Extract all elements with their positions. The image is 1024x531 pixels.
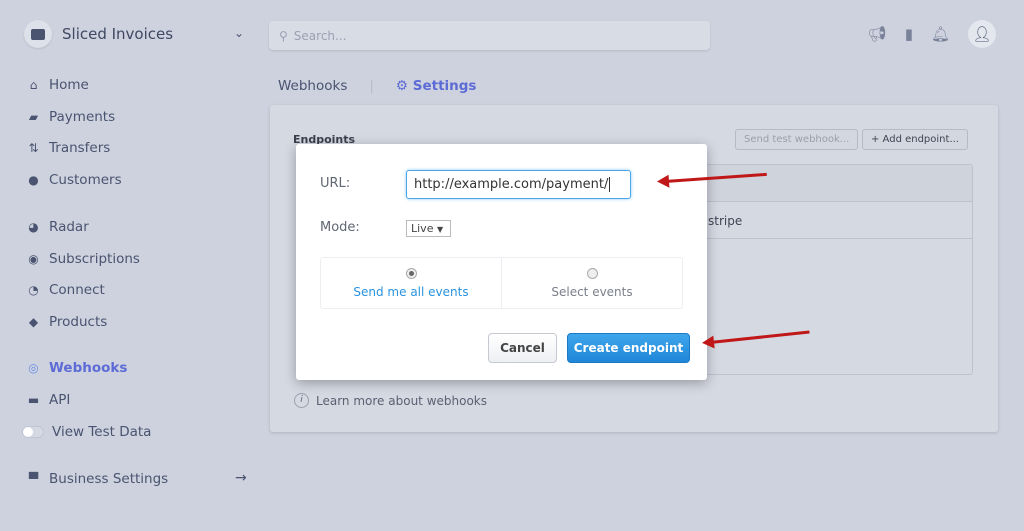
tab-webhooks[interactable]: Webhooks	[278, 78, 347, 94]
sidebar-item-label: Home	[49, 77, 89, 93]
transfers-icon: ⇅	[28, 141, 39, 155]
divider: |	[369, 78, 374, 94]
table-header	[691, 165, 972, 202]
sidebar-item-connect[interactable]: ◔ Connect	[26, 282, 105, 298]
sidebar-item-label: Products	[49, 314, 108, 330]
home-icon: ⌂	[29, 78, 38, 92]
bell-icon[interactable]: 🔔︎	[931, 25, 950, 43]
endpoints-table: r=stripe	[690, 164, 973, 375]
sidebar-item-webhooks[interactable]: ◎ Webhooks	[26, 360, 127, 376]
avatar[interactable]: 👤︎	[968, 20, 996, 48]
sidebar-item-business-settings[interactable]: ▀ Business Settings	[26, 471, 168, 487]
sidebar-item-label: Webhooks	[49, 360, 128, 376]
sidebar-item-label: Transfers	[49, 140, 111, 156]
select-events-option[interactable]: Select events	[501, 258, 682, 308]
search-icon: ⚲	[279, 28, 288, 43]
sidebar-item-view-test-data[interactable]: View Test Data	[22, 424, 151, 440]
test-data-toggle[interactable]	[22, 426, 44, 438]
cancel-button[interactable]: Cancel	[488, 333, 557, 363]
sidebar-item-label: Radar	[49, 219, 89, 235]
sidebar-item-api[interactable]: ▬ API	[26, 392, 71, 408]
mode-label: Mode:	[320, 220, 360, 235]
account-switcher[interactable]: Sliced Invoices	[24, 20, 173, 48]
megaphone-icon[interactable]: 📢︎	[868, 25, 887, 43]
sidebar-item-label: API	[49, 392, 71, 408]
sidebar-item-home[interactable]: ⌂ Home	[26, 77, 89, 93]
arrow-right-icon[interactable]: →	[235, 470, 247, 486]
sidebar-item-subscriptions[interactable]: ◉ Subscriptions	[26, 251, 140, 267]
store-logo-icon	[24, 20, 52, 48]
webhooks-icon: ◎	[28, 361, 39, 375]
account-name: Sliced Invoices	[62, 25, 174, 43]
events-option-group: Send me all events Select events	[320, 257, 683, 309]
sidebar-item-label: Connect	[49, 282, 105, 298]
tab-settings[interactable]: ⚙ Settings	[396, 78, 477, 94]
book-icon[interactable]: ▮	[905, 25, 913, 43]
send-all-events-option[interactable]: Send me all events	[321, 258, 501, 308]
sidebar-item-radar[interactable]: ◕ Radar	[26, 219, 89, 235]
url-label: URL:	[320, 176, 351, 191]
mode-select[interactable]: Live ▼	[406, 220, 451, 237]
create-endpoint-button[interactable]: Create endpoint	[567, 333, 690, 363]
sidebar-item-label: Business Settings	[49, 471, 169, 487]
payments-icon: ▰	[28, 110, 39, 124]
caret-down-icon: ▼	[436, 225, 444, 234]
api-icon: ▬	[27, 393, 40, 407]
sidebar-item-label: View Test Data	[52, 424, 152, 440]
sidebar-item-label: Payments	[49, 109, 116, 125]
send-test-webhook-button[interactable]: Send test webhook...	[735, 129, 859, 150]
products-icon: ◆	[28, 315, 39, 329]
subscriptions-icon: ◉	[28, 252, 39, 266]
learn-more-link[interactable]: i Learn more about webhooks	[294, 393, 487, 408]
info-icon: i	[294, 393, 309, 408]
table-row[interactable]: r=stripe	[691, 202, 972, 239]
url-input[interactable]: http://example.com/payment/	[406, 170, 631, 199]
add-endpoint-button[interactable]: + Add endpoint...	[862, 129, 968, 150]
sidebar-item-label: Subscriptions	[49, 251, 140, 267]
sidebar-item-label: Customers	[49, 172, 122, 188]
radio-selected[interactable]	[405, 267, 417, 279]
gear-icon: ⚙	[395, 78, 409, 94]
sidebar-item-transfers[interactable]: ⇅ Transfers	[26, 140, 110, 156]
sidebar-item-customers[interactable]: ● Customers	[26, 172, 122, 188]
connect-icon: ◔	[28, 283, 39, 297]
radio-unselected[interactable]	[586, 267, 598, 279]
search-input[interactable]: ⚲ Search...	[269, 21, 710, 50]
store-icon: ▀	[28, 472, 39, 486]
sidebar-item-payments[interactable]: ▰ Payments	[26, 109, 115, 125]
add-endpoint-modal: URL: http://example.com/payment/ Mode: L…	[296, 144, 707, 380]
chevron-down-icon[interactable]: ⌄	[234, 26, 244, 40]
customers-icon: ●	[28, 173, 39, 187]
radar-icon: ◕	[28, 220, 39, 234]
sidebar-item-products[interactable]: ◆ Products	[26, 314, 107, 330]
